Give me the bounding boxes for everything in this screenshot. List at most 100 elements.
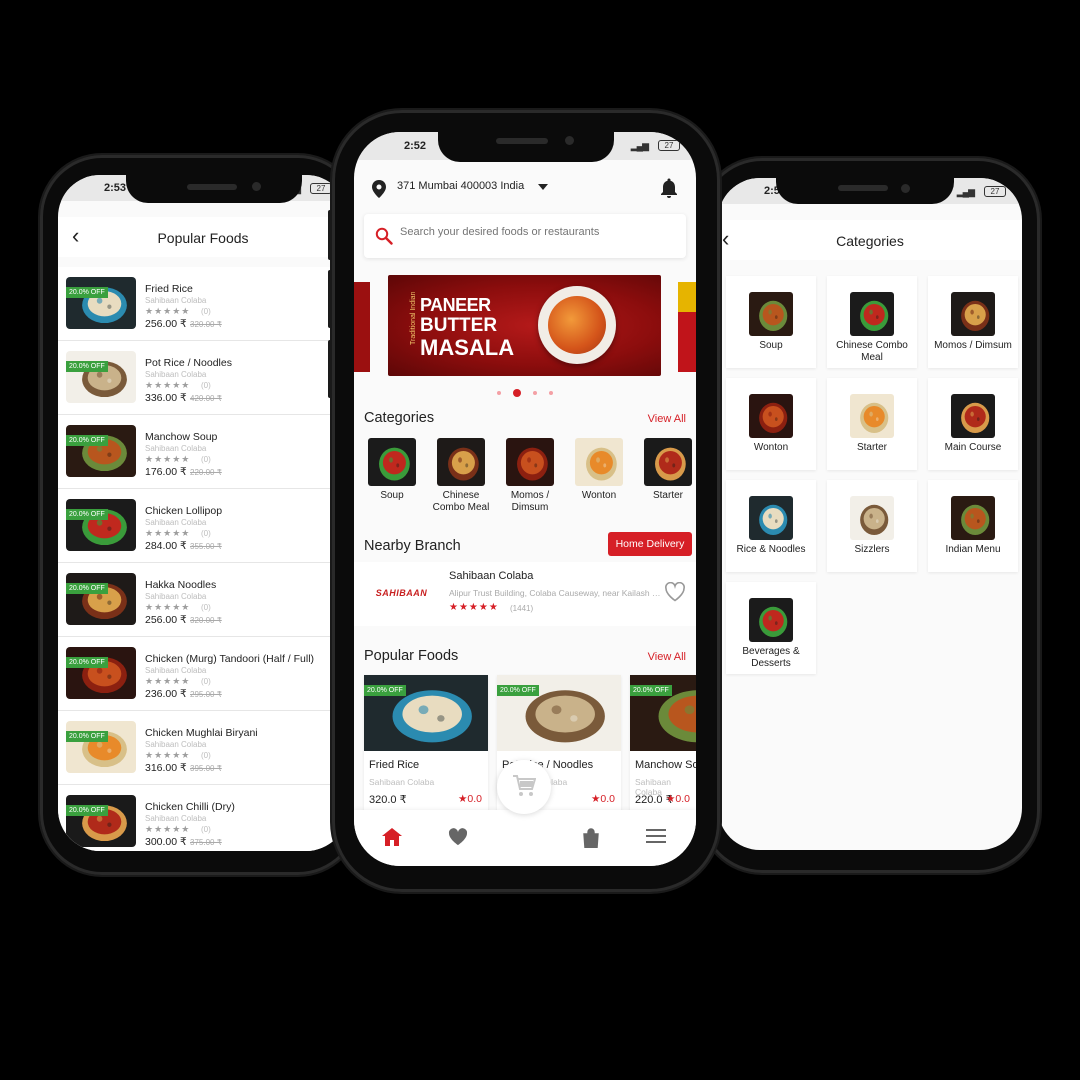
carousel-dot-active[interactable] [513, 388, 521, 397]
category-tile[interactable]: Sizzlers [827, 480, 917, 572]
food-card[interactable]: 20.0% OFF Fried Rice Sahibaan Colaba 320… [364, 675, 488, 811]
category-photo [437, 438, 485, 486]
location-pin-icon [372, 180, 386, 198]
restaurant-name: Sahibaan Colaba [145, 370, 207, 379]
review-count: (0) [201, 751, 211, 760]
food-name: Fried Rice [369, 759, 420, 771]
category-image [850, 496, 894, 540]
category-image [506, 438, 554, 486]
restaurant-name: Sahibaan Colaba [145, 592, 207, 601]
speaker [838, 185, 888, 191]
favorite-heart-icon[interactable] [664, 582, 686, 602]
category-label: Rice & Noodles [736, 544, 806, 555]
category-tile[interactable]: Soup [726, 276, 816, 368]
food-thumbnail [66, 425, 136, 477]
popular-view-all[interactable]: View All [648, 651, 686, 663]
food-name: Chicken Mughlai Biryani [145, 727, 258, 739]
status-time: 2:53 [104, 182, 127, 194]
list-item[interactable]: 20.0% OFF Chicken Mughlai Biryani Sahiba… [58, 711, 348, 785]
food-card[interactable]: 20.0% OFF Manchow Soup Sahibaan Colaba 2… [630, 675, 696, 811]
categories-view-all[interactable]: View All [648, 413, 686, 425]
list-item[interactable]: 20.0% OFF Chicken Lollipop Sahibaan Cola… [58, 489, 348, 563]
category-item[interactable]: Momos / Dimsum [498, 438, 562, 514]
category-tile[interactable]: Chinese Combo Meal [827, 276, 917, 368]
list-item[interactable]: 20.0% OFF Pot Rice / Noodles Sahibaan Co… [58, 341, 348, 415]
category-tile[interactable]: Main Course [928, 378, 1018, 470]
orders-bag-icon[interactable] [582, 828, 600, 848]
camera [252, 182, 261, 191]
discount-badge: 20.0% OFF [66, 287, 108, 298]
side-button [328, 270, 332, 328]
search-bar[interactable] [364, 214, 686, 258]
food-thumbnail [66, 499, 136, 551]
carousel-dot[interactable] [549, 390, 553, 395]
food-image [66, 573, 136, 625]
menu-icon[interactable] [646, 828, 666, 844]
category-item[interactable]: Wonton [567, 438, 631, 502]
carousel-dots [354, 384, 696, 402]
rating-stars: ★★★★★ [145, 750, 191, 760]
banner-line1: PANEER [420, 295, 491, 315]
list-item[interactable]: 20.0% OFF Manchow Soup Sahibaan Colaba ★… [58, 415, 348, 489]
list-item[interactable]: 20.0% OFF Chicken Chilli (Dry) Sahibaan … [58, 785, 348, 851]
bell-icon[interactable] [660, 178, 678, 198]
category-tile[interactable]: Rice & Noodles [726, 480, 816, 572]
category-image [749, 292, 793, 336]
category-image [749, 394, 793, 438]
category-tile[interactable]: Indian Menu [928, 480, 1018, 572]
location-text[interactable]: 371 Mumbai 400003 India [397, 180, 524, 192]
old-price: 355.00 ₹ [190, 542, 222, 551]
old-price: 320.00 ₹ [190, 320, 222, 329]
review-count: (0) [201, 825, 211, 834]
right-phone: 2:53 ▂▄▆ 27 ‹ Categories Soup Chinese Co… [700, 158, 1040, 873]
category-image [951, 394, 995, 438]
food-image [66, 647, 136, 699]
review-count: (0) [201, 381, 211, 390]
category-label: Chinese Combo Meal [432, 490, 490, 513]
category-item[interactable]: Chinese Combo Meal [429, 438, 493, 514]
list-item[interactable]: 20.0% OFF Fried Rice Sahibaan Colaba ★★★… [58, 267, 348, 341]
search-icon [375, 227, 393, 245]
banner-next[interactable] [678, 282, 696, 372]
categories-title: Categories [364, 410, 435, 426]
bottom-nav [354, 810, 696, 866]
cart-button[interactable] [497, 760, 551, 814]
category-image [368, 438, 416, 486]
home-icon[interactable] [382, 828, 402, 846]
branch-card[interactable]: SAHIBAAN Sahibaan Colaba Alipur Trust Bu… [354, 562, 696, 626]
food-name: Fried Rice [145, 283, 193, 295]
list-item[interactable]: 20.0% OFF Hakka Noodles Sahibaan Colaba … [58, 563, 348, 637]
category-tile[interactable]: Momos / Dimsum [928, 276, 1018, 368]
category-label: Momos / Dimsum [510, 490, 550, 513]
discount-badge: 20.0% OFF [66, 731, 108, 742]
chevron-down-icon[interactable] [538, 184, 548, 190]
speaker [496, 138, 548, 144]
rating: ★0.0 [457, 793, 482, 805]
carousel-dot[interactable] [497, 390, 501, 395]
banner-prev[interactable] [354, 282, 370, 372]
carousel-dot[interactable] [533, 390, 537, 395]
promo-banner[interactable]: Traditional Indian PANEER BUTTER MASALA [388, 275, 661, 376]
home-delivery-button[interactable]: Home Delivery [608, 532, 692, 556]
header: ‹ Categories [718, 220, 1022, 260]
favorites-icon[interactable] [448, 828, 468, 846]
discount-badge: 20.0% OFF [630, 685, 672, 696]
category-tile[interactable]: Starter [827, 378, 917, 470]
category-photo [850, 394, 894, 438]
search-input[interactable] [400, 226, 670, 238]
price: 284.00 ₹ [145, 540, 187, 552]
notch [776, 178, 954, 204]
category-item[interactable]: Soup [360, 438, 424, 502]
rating-stars: ★★★★★ [145, 528, 191, 538]
food-name: Hakka Noodles [145, 579, 217, 591]
rating-stars: ★★★★★ [145, 824, 191, 834]
category-tile[interactable]: Beverages & Desserts [726, 582, 816, 674]
category-item[interactable]: Starter [636, 438, 696, 502]
price: 316.00 ₹ [145, 762, 187, 774]
category-photo [749, 292, 793, 336]
list-item[interactable]: 20.0% OFF Chicken (Murg) Tandoori (Half … [58, 637, 348, 711]
page-title: Categories [836, 233, 904, 249]
discount-badge: 20.0% OFF [66, 657, 108, 668]
category-tile[interactable]: Wonton [726, 378, 816, 470]
branch-address: Alipur Trust Building, Colaba Causeway, … [449, 588, 661, 598]
